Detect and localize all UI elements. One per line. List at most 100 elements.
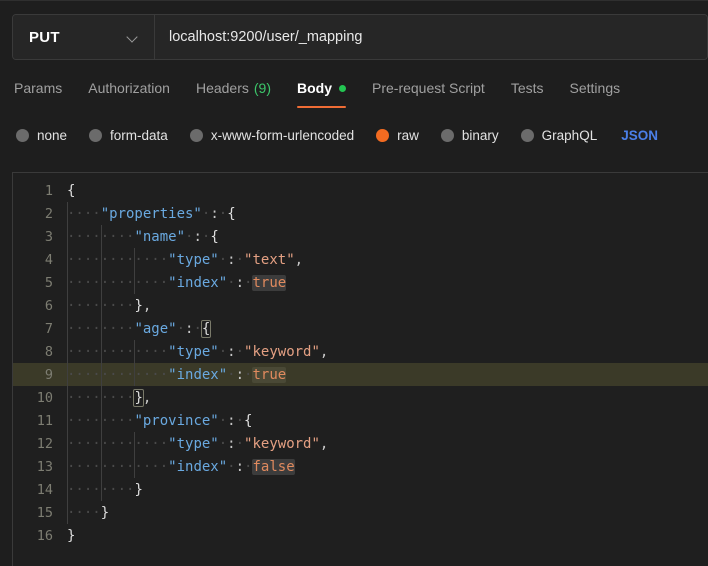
chevron-down-icon [127, 32, 138, 43]
tab-headers[interactable]: Headers (9) [196, 76, 271, 108]
line-number: 14 [36, 481, 53, 498]
line-number: 11 [36, 412, 53, 429]
code-text: ········}, [67, 388, 152, 407]
http-method-label: PUT [29, 28, 60, 46]
code-text: ············"index"·:·false [67, 458, 295, 475]
top-divider [0, 0, 708, 1]
code-text: ····} [67, 504, 110, 521]
line-number: 1 [44, 182, 53, 199]
body-format-select[interactable]: JSON [621, 128, 658, 143]
radio-label: none [37, 127, 68, 143]
line-number: 4 [44, 251, 53, 268]
tab-label: Params [14, 80, 63, 96]
code-text: ········"name"·:·{ [67, 228, 219, 245]
line-number: 2 [44, 205, 53, 222]
line-number: 5 [44, 274, 53, 291]
code-line[interactable]: 12 ············"type"·:·"keyword", [13, 432, 708, 455]
body-type-radio-group: none form-data x-www-form-urlencoded raw… [0, 120, 708, 150]
indent-guide [134, 248, 136, 294]
tab-label: Tests [510, 80, 544, 96]
code-line[interactable]: 13 ············"index"·:·false [13, 455, 708, 478]
code-line[interactable]: 10 ········}, [13, 386, 708, 409]
code-line[interactable]: 11 ········"province"·:·{ [13, 409, 708, 432]
code-text: ········"age"·:·{ [67, 319, 212, 338]
code-line[interactable]: 16} [13, 524, 708, 547]
code-line[interactable]: 5 ············"index"·:·true [13, 271, 708, 294]
indent-guide [100, 225, 102, 501]
line-number: 7 [44, 320, 53, 337]
code-line[interactable]: 9 ············"index"·:·true [13, 363, 708, 386]
tab-authorization[interactable]: Authorization [88, 76, 170, 108]
postman-request-pane: PUT localhost:9200/user/_mapping Params … [0, 0, 708, 566]
line-number: 9 [44, 366, 53, 383]
line-number: 8 [44, 343, 53, 360]
url-input[interactable]: localhost:9200/user/_mapping [155, 15, 707, 59]
code-line[interactable]: 8 ············"type"·:·"keyword", [13, 340, 708, 363]
body-type-none[interactable]: none [16, 128, 67, 143]
request-tabs: Params Authorization Headers (9) Body Pr… [0, 76, 708, 112]
radio-label: form-data [110, 127, 168, 143]
tab-body[interactable]: Body [297, 76, 346, 108]
line-number: 10 [36, 389, 53, 406]
tab-label: Settings [569, 80, 621, 96]
code-line[interactable]: 3 ········"name"·:·{ [13, 225, 708, 248]
body-type-raw[interactable]: raw [376, 128, 419, 143]
radio-label: x-www-form-urlencoded [210, 127, 355, 143]
radio-label: raw [397, 127, 419, 143]
tab-tests[interactable]: Tests [511, 76, 544, 108]
code-line[interactable]: 1{ [13, 179, 708, 202]
radio-icon [520, 128, 534, 142]
line-number: 13 [36, 458, 53, 475]
radio-icon [89, 128, 103, 142]
active-tab-underline [297, 105, 346, 108]
line-number: 15 [36, 504, 53, 521]
code-line[interactable]: 7 ········"age"·:·{ [13, 317, 708, 340]
code-text: ············"index"·:·true [67, 366, 287, 383]
http-method-select[interactable]: PUT [13, 15, 155, 59]
code-text: ········} [67, 481, 143, 498]
code-text: ············"type"·:·"keyword", [67, 343, 329, 360]
code-text: { [67, 182, 76, 199]
request-bar: PUT localhost:9200/user/_mapping [12, 14, 708, 60]
tab-settings[interactable]: Settings [570, 76, 621, 108]
code-lines: 1{2 ····"properties"·:·{3 ········"name"·:… [13, 173, 708, 547]
url-text: localhost:9200/user/_mapping [169, 29, 363, 45]
indent-guide [67, 202, 68, 524]
code-line[interactable]: 14 ········} [13, 478, 708, 501]
line-number: 3 [44, 228, 53, 245]
radio-label: GraphQL [541, 127, 598, 143]
code-text: ····"properties"·:·{ [67, 205, 236, 222]
tab-pre-request-script[interactable]: Pre-request Script [372, 76, 485, 108]
code-line[interactable]: 15 ····} [13, 501, 708, 524]
radio-label: binary [461, 127, 499, 143]
line-number: 12 [36, 435, 53, 452]
radio-icon-selected [376, 128, 390, 142]
code-text: ············"type"·:·"text", [67, 251, 304, 268]
raw-body-editor[interactable]: 1{2 ····"properties"·:·{3 ········"name"·:… [12, 172, 708, 566]
body-type-form-data[interactable]: form-data [89, 128, 168, 143]
indent-guide [134, 432, 136, 478]
code-line[interactable]: 4 ············"type"·:·"text", [13, 248, 708, 271]
code-line[interactable]: 2 ····"properties"·:·{ [13, 202, 708, 225]
code-text: ············"type"·:·"keyword", [67, 435, 329, 452]
line-number: 16 [36, 527, 53, 544]
code-text: ············"index"·:·true [67, 274, 287, 291]
headers-count-badge: (9) [253, 80, 271, 96]
body-type-graphql[interactable]: GraphQL [520, 127, 598, 143]
code-text: ········"province"·:·{ [67, 412, 253, 429]
tab-label: Headers [195, 80, 249, 96]
radio-icon [440, 128, 454, 142]
body-type-x-www-form-urlencoded[interactable]: x-www-form-urlencoded [189, 127, 355, 143]
tab-label: Authorization [88, 80, 170, 96]
code-line[interactable]: 6 ········}, [13, 294, 708, 317]
tab-params[interactable]: Params [14, 76, 62, 108]
code-text: } [67, 527, 76, 544]
tab-label: Body [297, 80, 332, 96]
body-present-dot-icon [339, 84, 346, 92]
radio-icon [16, 128, 29, 142]
body-type-binary[interactable]: binary [440, 127, 499, 143]
tab-label: Pre-request Script [372, 80, 485, 96]
code-text: ········}, [67, 297, 152, 314]
line-number: 6 [44, 297, 53, 314]
indent-guide [134, 340, 136, 386]
